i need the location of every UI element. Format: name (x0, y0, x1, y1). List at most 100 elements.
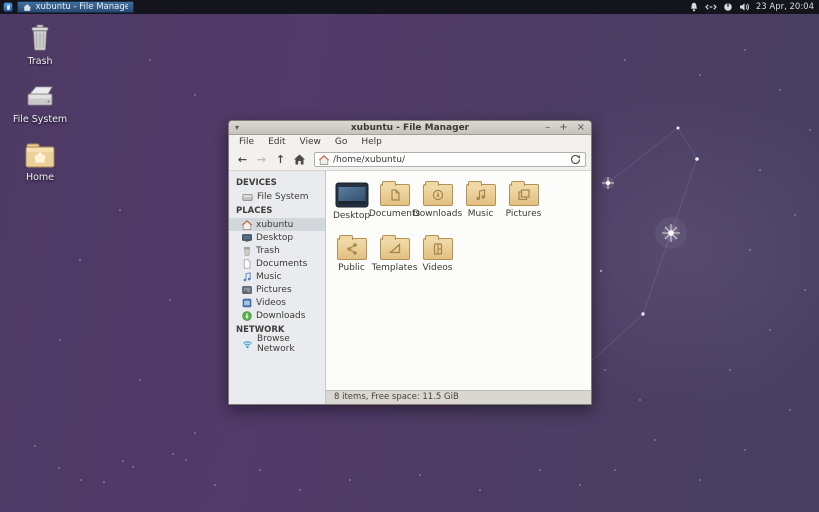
sidebar-item-label: xubuntu (256, 220, 293, 230)
file-item-music[interactable]: Music (459, 177, 502, 231)
trash-icon (27, 24, 53, 52)
drive-icon (242, 192, 253, 202)
taskbar-window-title: xubuntu - File Manager (36, 2, 129, 12)
folder-document-icon (380, 184, 410, 206)
reload-icon[interactable] (570, 154, 581, 165)
sidebar-item-xubuntu[interactable]: xubuntu (229, 218, 325, 231)
maximize-button[interactable]: + (559, 122, 567, 134)
sidebar-item-label: Trash (256, 246, 280, 256)
main-column: Desktop Documents (326, 171, 591, 404)
location-bar[interactable] (314, 152, 586, 167)
panel-clock[interactable]: 23 Apr, 20:04 (756, 2, 814, 12)
sidebar-item-label: Documents (256, 259, 307, 269)
home-folder-icon (25, 142, 55, 168)
window-title: xubuntu - File Manager (229, 123, 591, 133)
sidebar-item-music[interactable]: Music (229, 270, 325, 283)
titlebar[interactable]: ▾ xubuntu - File Manager – + × (229, 121, 591, 135)
sidebar-header-places: PLACES (229, 205, 325, 218)
sidebar-item-label: Desktop (256, 233, 293, 243)
taskbar-window-button[interactable]: xubuntu - File Manager (17, 1, 134, 13)
forward-button[interactable]: → (253, 153, 270, 166)
up-button[interactable]: ↑ (272, 153, 289, 166)
download-icon (242, 311, 252, 321)
monitor-icon (242, 233, 252, 243)
desktop-icon-home[interactable]: Home (10, 142, 70, 183)
sidebar-header-devices: DEVICES (229, 177, 325, 190)
file-item-downloads[interactable]: Downloads (416, 177, 459, 231)
close-button[interactable]: × (577, 122, 585, 134)
sidebar-item-label: Browse Network (257, 334, 325, 354)
menu-file[interactable]: File (232, 137, 261, 147)
menu-view[interactable]: View (293, 137, 328, 147)
statusbar: 8 items, Free space: 11.5 GiB (326, 390, 591, 404)
drive-icon (23, 84, 57, 110)
home-icon (294, 154, 305, 165)
desktop-icon-label: File System (13, 114, 67, 125)
desktop-icon-label: Home (26, 172, 54, 183)
folder-music-icon (466, 184, 496, 206)
trash-icon (242, 246, 252, 256)
path-input[interactable] (333, 155, 566, 165)
sidebar-item-label: Downloads (256, 311, 305, 321)
home-button[interactable] (291, 154, 308, 165)
desktop-icon-trash[interactable]: Trash (10, 24, 70, 67)
sidebar-item-videos[interactable]: Videos (229, 296, 325, 309)
folder-share-icon (337, 238, 367, 260)
window-body: DEVICES File System PLACES xubuntu (229, 171, 591, 404)
applications-menu-icon (3, 2, 13, 12)
file-item-templates[interactable]: Templates (373, 231, 416, 285)
folder-download-icon (423, 184, 453, 206)
network-browse-icon (242, 339, 253, 349)
desktop-screen-icon (335, 182, 369, 208)
sidebar-item-label: Music (256, 272, 282, 282)
menu-edit[interactable]: Edit (261, 137, 292, 147)
file-label: Downloads (413, 209, 462, 219)
file-label: Desktop (333, 211, 370, 221)
desktop-icon-label: Trash (27, 56, 52, 67)
file-item-documents[interactable]: Documents (373, 177, 416, 231)
sidebar: DEVICES File System PLACES xubuntu (229, 171, 326, 404)
file-item-desktop[interactable]: Desktop (330, 177, 373, 231)
sidebar-item-trash[interactable]: Trash (229, 244, 325, 257)
music-note-icon (242, 272, 252, 282)
menu-help[interactable]: Help (354, 137, 389, 147)
file-label: Pictures (506, 209, 542, 219)
volume-icon[interactable] (739, 2, 750, 12)
applications-menu-button[interactable] (0, 0, 15, 14)
sidebar-item-documents[interactable]: Documents (229, 257, 325, 270)
home-icon (23, 3, 32, 12)
minimize-button[interactable]: – (545, 122, 550, 134)
menubar: File Edit View Go Help (229, 135, 591, 149)
file-label: Public (338, 263, 365, 273)
power-manager-icon[interactable] (723, 2, 733, 12)
window-controls: – + × (545, 122, 585, 134)
sidebar-item-file-system[interactable]: File System (229, 190, 325, 203)
notifications-bell-icon[interactable] (689, 2, 699, 12)
sidebar-item-pictures[interactable]: Pictures (229, 283, 325, 296)
top-panel: xubuntu - File Manager 23 Apr, 20:04 (0, 0, 819, 14)
sidebar-item-label: File System (257, 192, 308, 202)
sidebar-item-browse-network[interactable]: Browse Network (229, 337, 325, 350)
desktop-root: { "panel": { "app_button_title": "xubunt… (0, 0, 819, 512)
menu-go[interactable]: Go (328, 137, 354, 147)
desktop-icons: Trash File System Home (10, 24, 70, 200)
file-item-public[interactable]: Public (330, 231, 373, 285)
file-grid: Desktop Documents (326, 171, 591, 390)
desktop-icon-file-system[interactable]: File System (10, 84, 70, 125)
toolbar: ← → ↑ (229, 149, 591, 171)
system-tray: 23 Apr, 20:04 (689, 2, 819, 12)
file-label: Templates (372, 263, 418, 273)
file-item-videos[interactable]: Videos (416, 231, 459, 285)
sidebar-item-desktop[interactable]: Desktop (229, 231, 325, 244)
home-icon (319, 155, 329, 165)
sidebar-item-downloads[interactable]: Downloads (229, 309, 325, 322)
network-icon[interactable] (705, 2, 717, 12)
back-button[interactable]: ← (234, 153, 251, 166)
document-icon (242, 259, 252, 269)
home-icon (242, 220, 252, 230)
folder-template-icon (380, 238, 410, 260)
file-item-pictures[interactable]: Pictures (502, 177, 545, 231)
file-label: Music (468, 209, 494, 219)
folder-picture-icon (509, 184, 539, 206)
picture-icon (242, 285, 252, 295)
